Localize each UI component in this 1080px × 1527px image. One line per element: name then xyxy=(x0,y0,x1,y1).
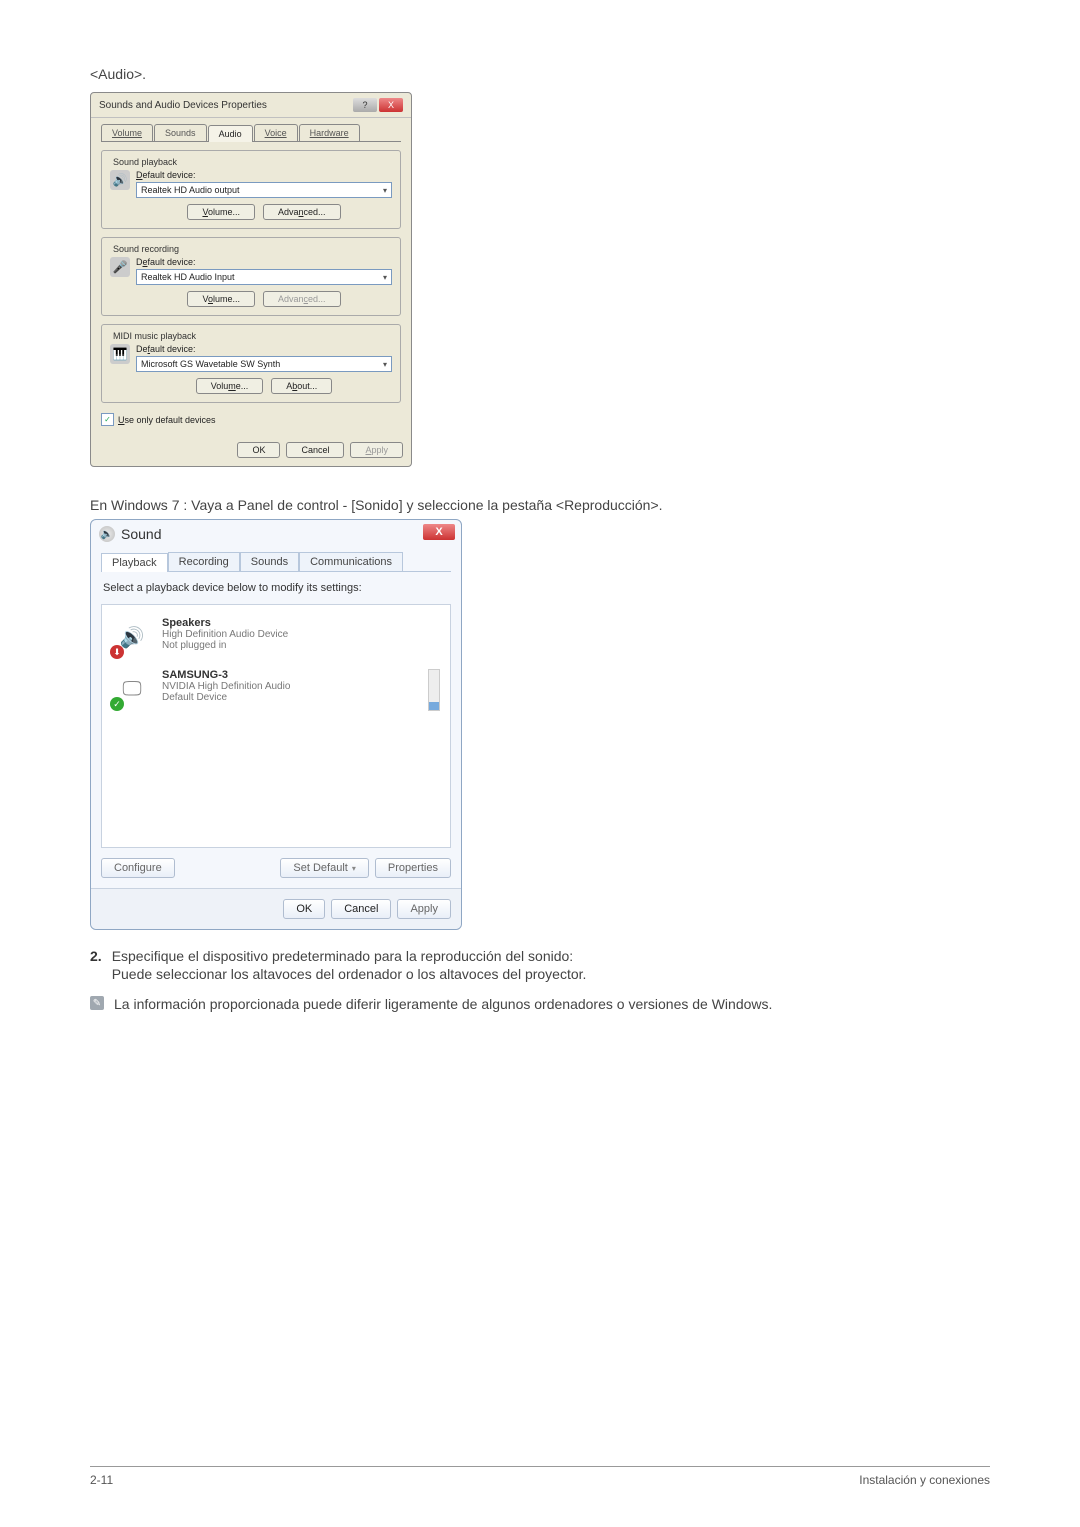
device-sub: NVIDIA High Definition Audio xyxy=(162,681,290,692)
chevron-down-icon: ▾ xyxy=(352,864,356,873)
device-status: Default Device xyxy=(162,692,290,703)
help-button[interactable]: ? xyxy=(353,98,377,112)
playback-legend: Sound playback xyxy=(110,157,180,167)
between-text: En Windows 7 : Vaya a Panel de control -… xyxy=(90,497,990,513)
win7-apply-button[interactable]: Apply xyxy=(397,899,451,919)
properties-button[interactable]: Properties xyxy=(375,858,451,878)
playback-advanced-button[interactable]: Advanced... xyxy=(263,204,341,220)
win7-ok-button[interactable]: OK xyxy=(283,899,325,919)
tab-playback[interactable]: Playback xyxy=(101,553,168,572)
recording-legend: Sound recording xyxy=(110,244,182,254)
playback-default-label: Default device: xyxy=(136,170,392,180)
level-meter xyxy=(428,669,440,711)
sound-icon: 🔈 xyxy=(99,526,115,542)
midi-legend: MIDI music playback xyxy=(110,331,199,341)
note-icon: ✎ xyxy=(90,996,104,1010)
step2-line1: Especifique el dispositivo predeterminad… xyxy=(112,948,587,964)
midi-default-label: Default device: xyxy=(136,344,392,354)
xp-cancel-button[interactable]: Cancel xyxy=(286,442,344,458)
playback-volume-button[interactable]: Volume... xyxy=(187,204,255,220)
recording-device-combo[interactable]: Realtek HD Audio Input▾ xyxy=(136,269,392,285)
xp-apply-button[interactable]: Apply xyxy=(350,442,403,458)
tab-voice[interactable]: Voice xyxy=(254,124,298,141)
chevron-down-icon: ▾ xyxy=(383,360,387,369)
device-item-speakers[interactable]: 🔊⬇ Speakers High Definition Audio Device… xyxy=(108,611,444,663)
tab-recording[interactable]: Recording xyxy=(168,552,240,571)
win7-dialog-title: Sound xyxy=(121,526,161,542)
recording-default-label: Default device: xyxy=(136,257,392,267)
section-title: Instalación y conexiones xyxy=(859,1473,990,1487)
playback-device-combo[interactable]: Realtek HD Audio output▾ xyxy=(136,182,392,198)
use-default-label: Use only default devices xyxy=(118,415,216,425)
intro-audio-text: <Audio>. xyxy=(90,66,990,82)
tab-sounds-7[interactable]: Sounds xyxy=(240,552,299,571)
tab-hardware[interactable]: Hardware xyxy=(299,124,360,141)
configure-button[interactable]: Configure xyxy=(101,858,175,878)
device-name: Speakers xyxy=(162,617,288,629)
win7-sound-dialog: X 🔈 Sound Playback Recording Sounds Comm… xyxy=(90,519,462,930)
speaker-icon: 🔊 xyxy=(110,170,130,190)
tab-sounds[interactable]: Sounds xyxy=(154,124,207,141)
tab-volume[interactable]: Volume xyxy=(101,124,153,141)
step2-line2: Puede seleccionar los altavoces del orde… xyxy=(112,966,587,982)
midi-about-button[interactable]: About... xyxy=(271,378,332,394)
xp-sounds-dialog: Sounds and Audio Devices Properties ? X … xyxy=(90,92,412,467)
midi-icon: 🎹 xyxy=(110,344,130,364)
midi-volume-button[interactable]: Volume... xyxy=(196,378,264,394)
page-number: 2-11 xyxy=(90,1473,113,1487)
xp-ok-button[interactable]: OK xyxy=(237,442,280,458)
device-item-samsung[interactable]: 🖵✓ SAMSUNG-3 NVIDIA High Definition Audi… xyxy=(108,663,444,717)
recording-volume-button[interactable]: Volume... xyxy=(187,291,255,307)
close-icon[interactable]: X xyxy=(423,524,455,540)
recording-advanced-button[interactable]: Advanced... xyxy=(263,291,341,307)
chevron-down-icon: ▾ xyxy=(383,273,387,282)
default-badge-icon: ✓ xyxy=(110,697,124,711)
tab-audio[interactable]: Audio xyxy=(208,125,253,142)
chevron-down-icon: ▾ xyxy=(383,186,387,195)
use-default-checkbox[interactable]: ✓ xyxy=(101,413,114,426)
win7-cancel-button[interactable]: Cancel xyxy=(331,899,391,919)
step-number: 2. xyxy=(90,948,102,982)
device-name: SAMSUNG-3 xyxy=(162,669,290,681)
unplugged-badge-icon: ⬇ xyxy=(110,645,124,659)
device-status: Not plugged in xyxy=(162,640,288,651)
device-sub: High Definition Audio Device xyxy=(162,629,288,640)
note-text: La información proporcionada puede difer… xyxy=(114,996,772,1012)
midi-device-combo[interactable]: Microsoft GS Wavetable SW Synth▾ xyxy=(136,356,392,372)
xp-dialog-title: Sounds and Audio Devices Properties xyxy=(99,100,267,111)
set-default-button[interactable]: Set Default▾ xyxy=(280,858,368,878)
device-list: 🔊⬇ Speakers High Definition Audio Device… xyxy=(101,604,451,848)
close-icon[interactable]: X xyxy=(379,98,403,112)
monitor-icon: 🖵✓ xyxy=(112,669,152,709)
speakers-icon: 🔊⬇ xyxy=(112,617,152,657)
tab-communications[interactable]: Communications xyxy=(299,552,403,571)
device-instruction: Select a playback device below to modify… xyxy=(103,582,449,594)
microphone-icon: 🎤 xyxy=(110,257,130,277)
